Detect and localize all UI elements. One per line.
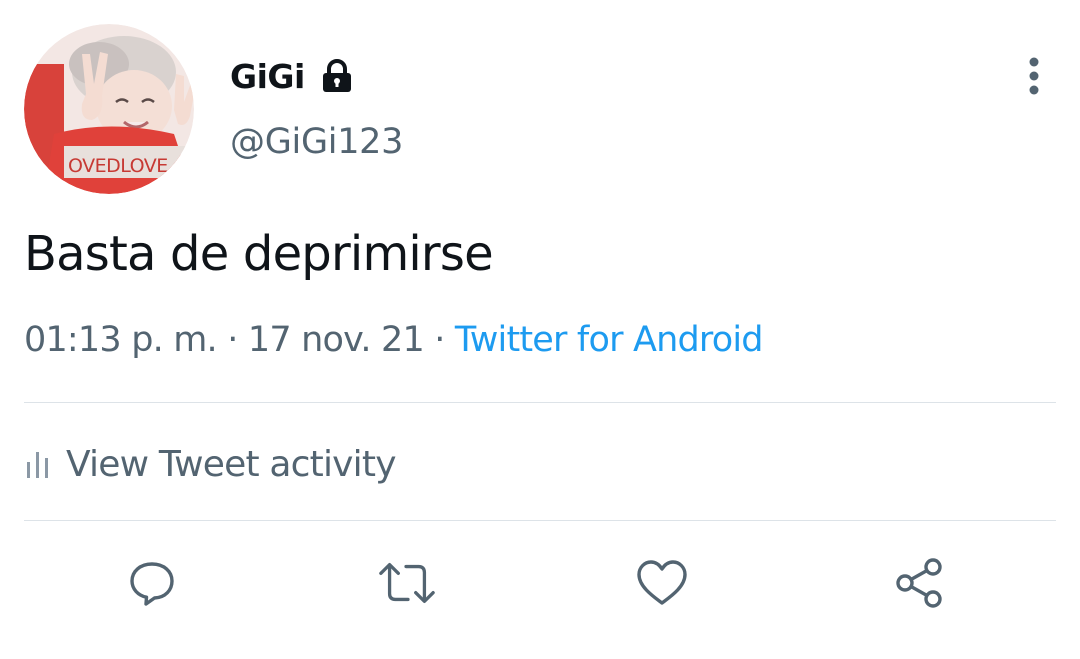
user-handle[interactable]: @GiGi123	[230, 122, 403, 162]
share-icon	[896, 558, 942, 608]
retweet-icon	[379, 562, 435, 604]
tweet-meta: 01:13 p. m. · 17 nov. 21 · Twitter for A…	[24, 320, 764, 360]
view-tweet-activity-button[interactable]: View Tweet activity	[24, 436, 397, 492]
display-name[interactable]: GiGi	[230, 57, 305, 96]
avatar-image: OVEDLOVE	[24, 24, 194, 194]
more-options-button[interactable]	[1010, 52, 1058, 100]
tweet-date[interactable]: 17 nov. 21	[248, 320, 425, 360]
heart-icon	[637, 560, 687, 605]
user-name-row: GiGi	[230, 52, 355, 100]
avatar[interactable]: OVEDLOVE	[24, 24, 194, 194]
tweet-time[interactable]: 01:13 p. m.	[24, 320, 218, 360]
meta-separator: ·	[227, 320, 238, 360]
tweet-source-link[interactable]: Twitter for Android	[455, 320, 764, 360]
divider	[24, 402, 1056, 403]
meta-separator: ·	[434, 320, 445, 360]
retweet-button[interactable]	[377, 553, 437, 613]
reply-button[interactable]	[122, 553, 182, 613]
lock-icon	[319, 58, 355, 94]
reply-icon	[130, 562, 174, 606]
bar-chart-icon	[27, 452, 48, 478]
tweet-detail: OVEDLOVE GiGi @GiGi123 Basta de deprimir…	[0, 0, 1080, 659]
tweet-text: Basta de deprimirse	[24, 226, 494, 282]
svg-text:OVEDLOVE: OVEDLOVE	[68, 155, 168, 177]
divider	[24, 520, 1056, 521]
share-button[interactable]	[890, 553, 950, 613]
view-tweet-activity-label: View Tweet activity	[66, 443, 397, 485]
like-button[interactable]	[632, 553, 692, 613]
more-vertical-icon	[1029, 57, 1039, 95]
